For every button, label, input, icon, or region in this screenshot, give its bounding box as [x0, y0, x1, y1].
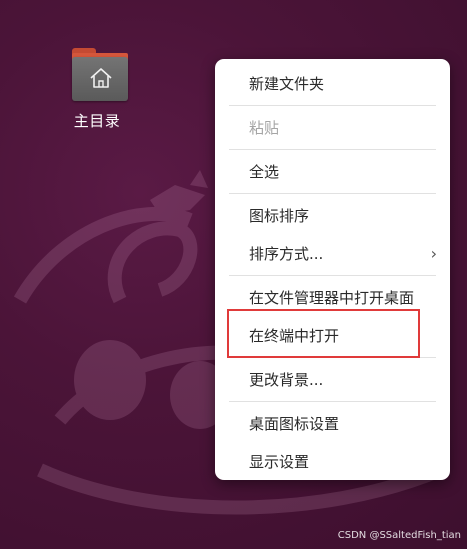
home-folder-icon	[68, 48, 128, 101]
menu-item-select-all[interactable]: 全选	[215, 153, 450, 191]
menu-separator	[229, 149, 436, 150]
chevron-right-icon: ›	[430, 244, 437, 263]
menu-separator	[229, 193, 436, 194]
home-folder-desktop-icon[interactable]: 主目录	[62, 48, 132, 131]
menu-item-desktop-icon-settings[interactable]: 桌面图标设置	[215, 405, 450, 443]
highlight-annotation-box	[227, 309, 420, 358]
home-folder-label: 主目录	[73, 112, 121, 130]
menu-separator	[229, 401, 436, 402]
watermark-text: CSDN @SSaltedFish_tian	[337, 530, 461, 541]
menu-item-new-folder[interactable]: 新建文件夹	[215, 65, 450, 103]
menu-item-paste: 粘贴	[249, 119, 280, 137]
desktop-context-menu: 新建文件夹 粘贴 全选 图标排序 排序方式... › 在文件管理器中打开桌面 在…	[215, 59, 450, 480]
menu-item-sort-by-label: 排序方式...	[249, 245, 324, 263]
menu-separator	[229, 275, 436, 276]
house-icon	[90, 68, 112, 88]
menu-item-sort-by[interactable]: 排序方式... ›	[215, 235, 450, 273]
menu-item-change-background[interactable]: 更改背景...	[215, 361, 450, 399]
menu-item-arrange-icons[interactable]: 图标排序	[215, 197, 450, 235]
desktop[interactable]: 主目录 新建文件夹 粘贴 全选 图标排序 排序方式... › 在文件管理器中打开…	[0, 0, 467, 549]
menu-separator	[229, 105, 436, 106]
menu-item-display-settings[interactable]: 显示设置	[215, 443, 450, 481]
